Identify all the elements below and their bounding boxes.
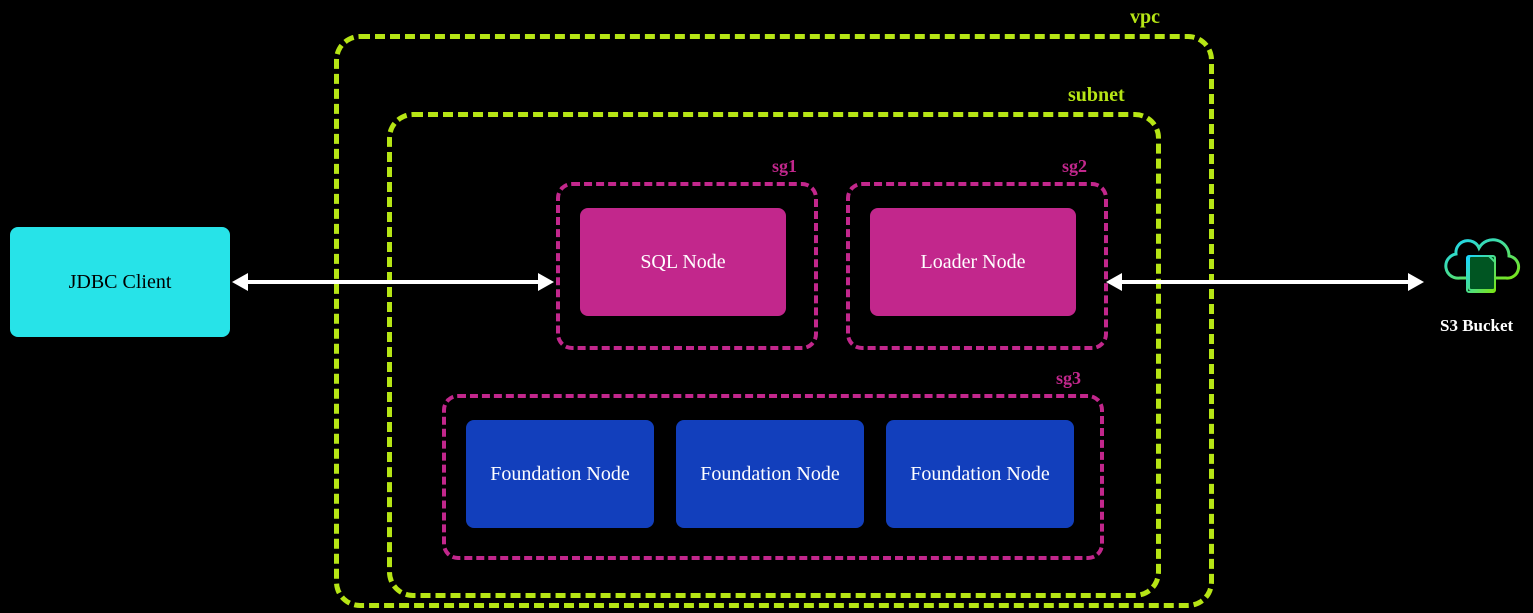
bucket-icon bbox=[1436, 224, 1522, 310]
arrow-loader-s3-line bbox=[1120, 280, 1410, 284]
diagram-canvas: vpc subnet sg1 sg2 sg3 JDBC Client SQL N… bbox=[0, 0, 1533, 613]
sg2-label: sg2 bbox=[1062, 156, 1087, 177]
arrow-jdbc-sql-head-left bbox=[232, 273, 248, 291]
jdbc-client-label: JDBC Client bbox=[69, 270, 172, 295]
arrow-jdbc-sql-head-right bbox=[538, 273, 554, 291]
foundation-node-2: Foundation Node bbox=[676, 420, 864, 528]
foundation-node-3-label: Foundation Node bbox=[910, 462, 1049, 487]
foundation-node-3: Foundation Node bbox=[886, 420, 1074, 528]
jdbc-client-node: JDBC Client bbox=[10, 227, 230, 337]
vpc-label: vpc bbox=[1130, 6, 1160, 29]
foundation-node-1: Foundation Node bbox=[466, 420, 654, 528]
loader-node-label: Loader Node bbox=[921, 250, 1026, 275]
subnet-label: subnet bbox=[1068, 84, 1125, 107]
arrow-loader-s3-head-right bbox=[1408, 273, 1424, 291]
foundation-node-1-label: Foundation Node bbox=[490, 462, 629, 487]
sg1-label: sg1 bbox=[772, 156, 797, 177]
foundation-node-2-label: Foundation Node bbox=[700, 462, 839, 487]
arrow-loader-s3-head-left bbox=[1106, 273, 1122, 291]
sql-node: SQL Node bbox=[580, 208, 786, 316]
loader-node: Loader Node bbox=[870, 208, 1076, 316]
sg3-label: sg3 bbox=[1056, 368, 1081, 389]
s3-bucket-label: S3 Bucket bbox=[1440, 316, 1513, 336]
arrow-jdbc-sql-line bbox=[246, 280, 540, 284]
sql-node-label: SQL Node bbox=[640, 250, 725, 275]
